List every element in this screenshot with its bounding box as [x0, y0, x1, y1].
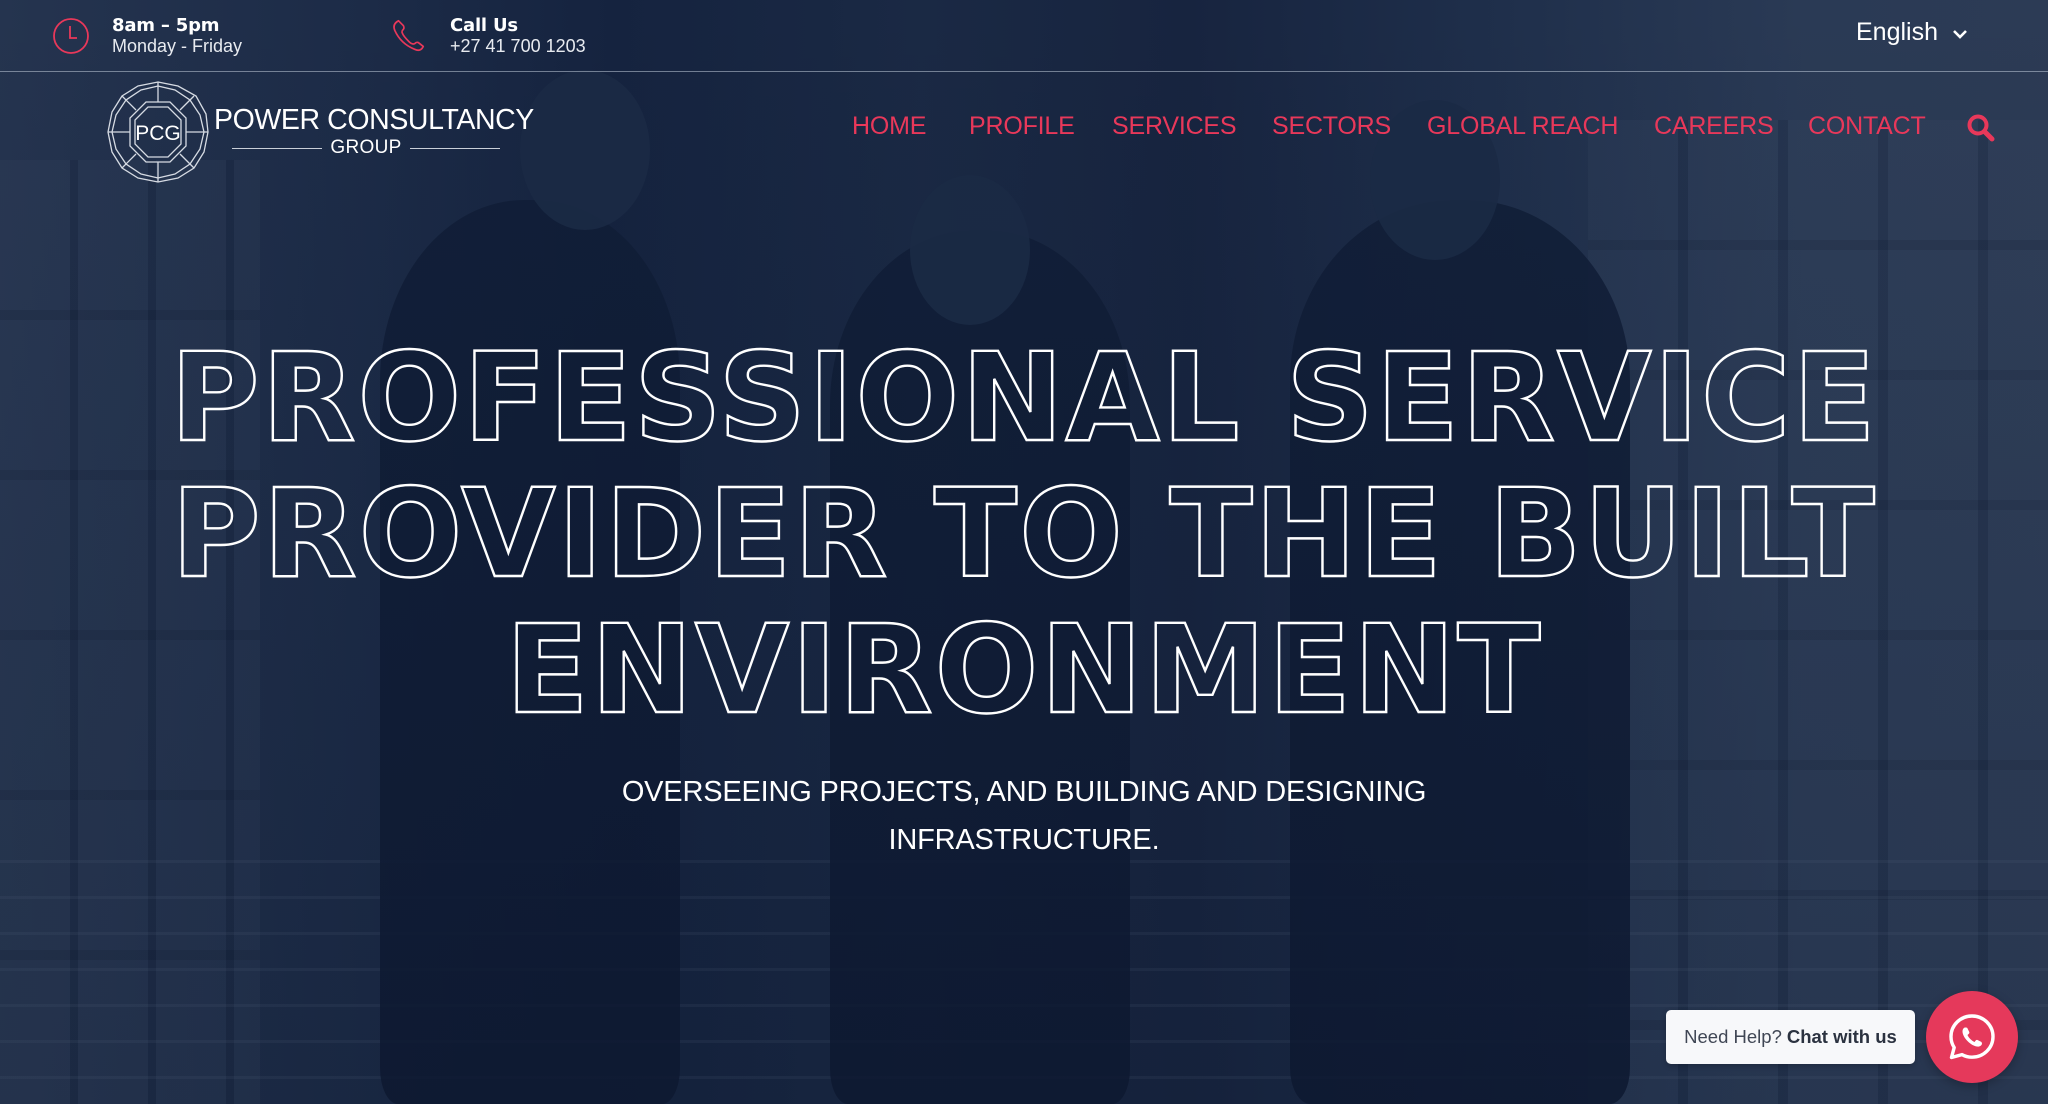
headline-line: ENVIRONMENT — [504, 599, 1543, 741]
whatsapp-icon — [1949, 1014, 1995, 1060]
nav-profile[interactable]: PROFILE — [969, 112, 1075, 141]
top-info-bar: 8am – 5pm Monday - Friday Call Us +27 41… — [0, 0, 2048, 72]
subtitle-line: INFRASTRUCTURE. — [888, 824, 1160, 856]
phone-number[interactable]: +27 41 700 1203 — [450, 36, 586, 57]
chat-prompt-button[interactable]: Need Help? Chat with us — [1666, 1010, 1915, 1064]
chat-prompt-text: Need Help? — [1684, 1026, 1782, 1047]
nav-contact[interactable]: CONTACT — [1808, 112, 1926, 141]
background-head-left — [520, 70, 650, 230]
main-nav: HOME PROFILE SERVICES SECTORS GLOBAL REA… — [0, 112, 2048, 148]
call-us-title: Call Us — [450, 15, 518, 36]
language-selected: English — [1856, 18, 1938, 46]
subtitle-line: OVERSEEING PROJECTS, AND BUILDING AND DE… — [621, 776, 1427, 808]
nav-home[interactable]: HOME — [852, 112, 926, 141]
search-button[interactable] — [1966, 113, 1996, 143]
hours-days: Monday - Friday — [112, 36, 243, 56]
chat-action-text: Chat with us — [1786, 1026, 1897, 1047]
search-icon — [1967, 114, 1995, 142]
hours-title: 8am – 5pm — [112, 15, 220, 36]
clock-icon — [52, 17, 90, 55]
language-selector[interactable]: English — [1856, 18, 1968, 47]
hero-subtitle: OVERSEEING PROJECTS, AND BUILDING AND DE… — [0, 768, 2048, 864]
headline-line: PROVIDER TO THE BUILT — [170, 463, 1877, 605]
business-hours: 8am – 5pm Monday - Friday — [52, 0, 242, 72]
whatsapp-chat-button[interactable] — [1926, 991, 2018, 1083]
nav-services[interactable]: SERVICES — [1112, 112, 1237, 141]
hero-headline: PROFESSIONAL SERVICE PROVIDER TO THE BUI… — [0, 327, 2048, 741]
chevron-down-icon — [1952, 18, 1968, 47]
phone-icon — [390, 17, 428, 55]
background-head-center — [910, 175, 1030, 325]
nav-sectors[interactable]: SECTORS — [1272, 112, 1391, 141]
nav-global-reach[interactable]: GLOBAL REACH — [1427, 112, 1618, 141]
headline-line: PROFESSIONAL SERVICE — [169, 327, 1878, 469]
nav-careers[interactable]: CAREERS — [1654, 112, 1774, 141]
call-us[interactable]: Call Us +27 41 700 1203 — [390, 0, 586, 72]
